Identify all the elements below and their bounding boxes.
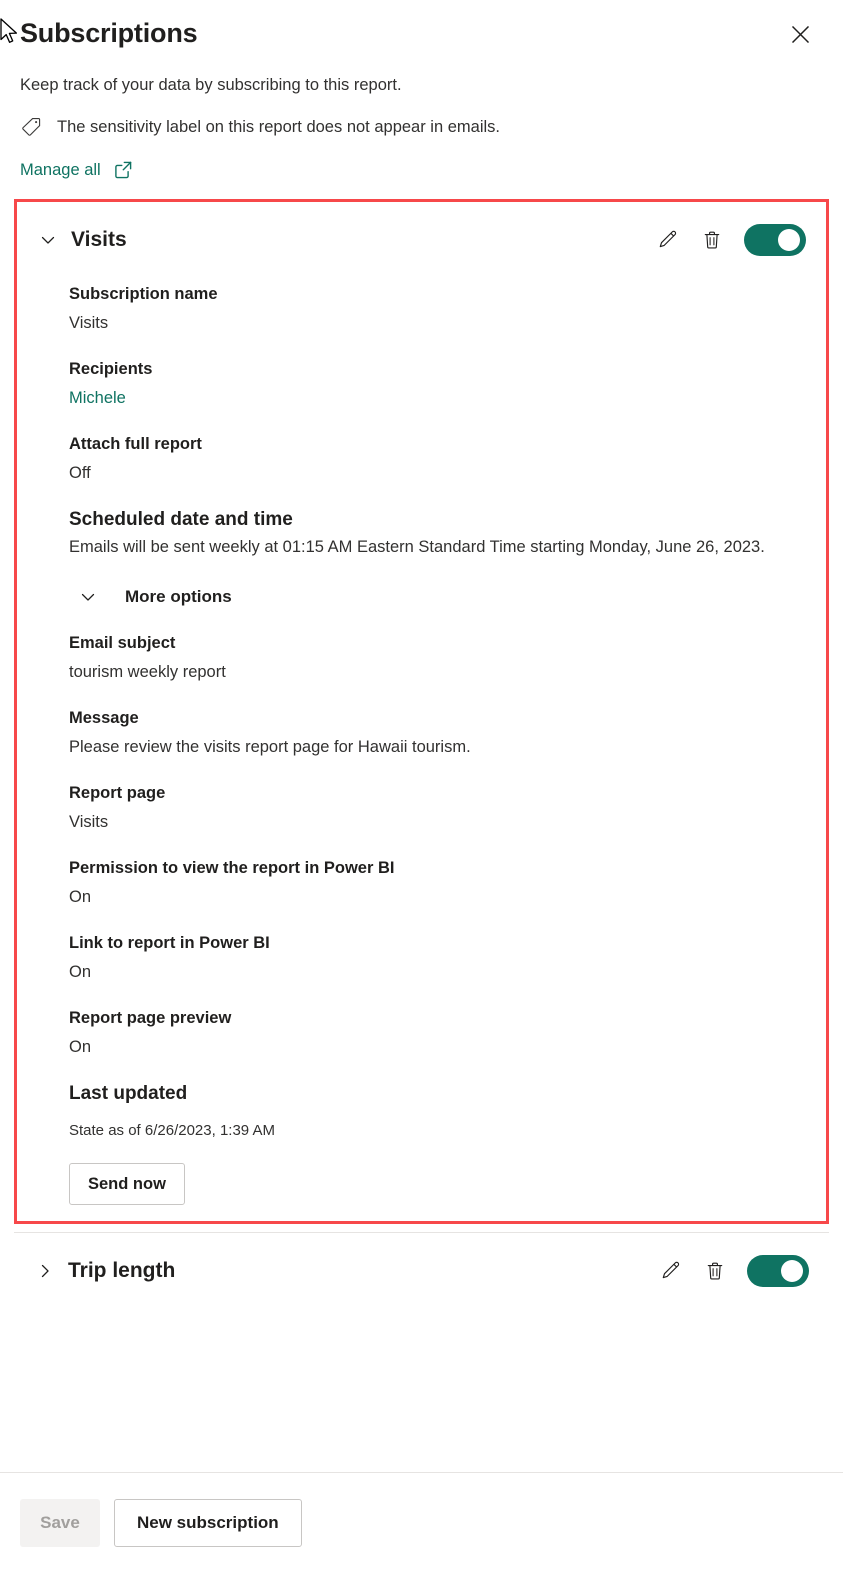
close-icon	[791, 25, 809, 43]
chevron-down-icon[interactable]	[37, 229, 59, 251]
trash-icon	[704, 1260, 726, 1282]
last-updated-state: State as of 6/26/2023, 1:39 AM	[69, 1122, 275, 1139]
last-updated-label: Last updated	[69, 1083, 188, 1104]
field-email-subject: Email subject tourism weekly report	[69, 631, 802, 684]
panel-header: Subscriptions Keep track of your data by…	[0, 0, 843, 181]
title-row: Subscriptions	[20, 16, 823, 51]
sensitivity-notice: The sensitivity label on this report doe…	[20, 116, 823, 138]
field-value: Visits	[69, 314, 109, 332]
panel-footer: Save New subscription	[0, 1472, 843, 1588]
field-value: Off	[69, 464, 91, 482]
toggle-knob	[778, 229, 800, 251]
field-value: Please review the visits report page for…	[69, 738, 471, 756]
subscription-fields: Subscription name Visits Recipients Mich…	[37, 282, 806, 1205]
subscription-toggle[interactable]	[747, 1255, 809, 1287]
field-permission-to-view-report: Permission to view the report in Power B…	[69, 856, 802, 909]
field-label: Subscription name	[69, 285, 218, 303]
field-value: Emails will be sent weekly at 01:15 AM E…	[69, 538, 765, 556]
pencil-icon	[657, 229, 679, 251]
field-label: Attach full report	[69, 435, 202, 453]
manage-all-label: Manage all	[20, 161, 101, 179]
recipient-link[interactable]: Michele	[69, 386, 802, 410]
delete-button[interactable]	[703, 1259, 727, 1283]
subscription-header: Visits	[37, 212, 806, 264]
field-attach-full-report: Attach full report Off	[69, 432, 802, 485]
send-now-button[interactable]: Send now	[69, 1163, 185, 1205]
field-report-page-preview: Report page preview On	[69, 1006, 802, 1059]
field-label: Link to report in Power BI	[69, 934, 270, 952]
edit-button[interactable]	[656, 228, 680, 252]
field-label: Report page preview	[69, 1009, 232, 1027]
toggle-knob	[781, 1260, 803, 1282]
page-title: Subscriptions	[20, 18, 198, 48]
panel-subtitle: Keep track of your data by subscribing t…	[20, 76, 402, 94]
subscription-actions	[656, 224, 806, 256]
subscription-toggle[interactable]	[744, 224, 806, 256]
field-value: On	[69, 1038, 92, 1056]
pencil-icon	[660, 1260, 682, 1282]
field-scheduled-date-and-time: Scheduled date and time Emails will be s…	[69, 507, 802, 559]
subscription-name: Visits	[71, 228, 127, 251]
subscription-card-visits: Visits Subscription name Visits Recipien…	[14, 199, 829, 1224]
field-label: Report page	[69, 784, 166, 802]
subscription-card-trip-length: Trip length	[0, 1233, 843, 1309]
close-button[interactable]	[783, 17, 817, 51]
subscription-actions	[659, 1255, 809, 1287]
subscriptions-list: Visits Subscription name Visits Recipien…	[0, 199, 843, 1224]
field-label: Email subject	[69, 634, 176, 652]
field-last-updated: Last updated State as of 6/26/2023, 1:39…	[69, 1081, 802, 1142]
new-subscription-button[interactable]: New subscription	[114, 1499, 302, 1547]
sensitivity-text: The sensitivity label on this report doe…	[57, 118, 500, 136]
field-value: tourism weekly report	[69, 663, 226, 681]
field-report-page: Report page Visits	[69, 781, 802, 834]
save-button[interactable]: Save	[20, 1499, 100, 1547]
trash-icon	[701, 229, 723, 251]
edit-button[interactable]	[659, 1259, 683, 1283]
delete-button[interactable]	[700, 228, 724, 252]
field-value: Visits	[69, 813, 109, 831]
field-label: Scheduled date and time	[69, 509, 293, 530]
external-link-icon	[113, 160, 133, 180]
tag-icon	[20, 116, 42, 138]
field-label: Recipients	[69, 360, 153, 378]
field-subscription-name: Subscription name Visits	[69, 282, 802, 335]
field-link-to-report: Link to report in Power BI On	[69, 931, 802, 984]
field-message: Message Please review the visits report …	[69, 706, 802, 759]
field-value: On	[69, 888, 92, 906]
field-label: Message	[69, 709, 139, 727]
field-value: On	[69, 963, 92, 981]
chevron-down-icon	[77, 586, 99, 608]
manage-all-link[interactable]: Manage all	[20, 159, 133, 181]
chevron-right-icon[interactable]	[34, 1260, 56, 1282]
subscription-name: Trip length	[68, 1259, 176, 1282]
field-recipients: Recipients Michele	[69, 357, 802, 410]
more-options-toggle[interactable]: More options	[77, 585, 232, 609]
field-label: Permission to view the report in Power B…	[69, 859, 395, 877]
more-options-label: More options	[125, 587, 232, 606]
